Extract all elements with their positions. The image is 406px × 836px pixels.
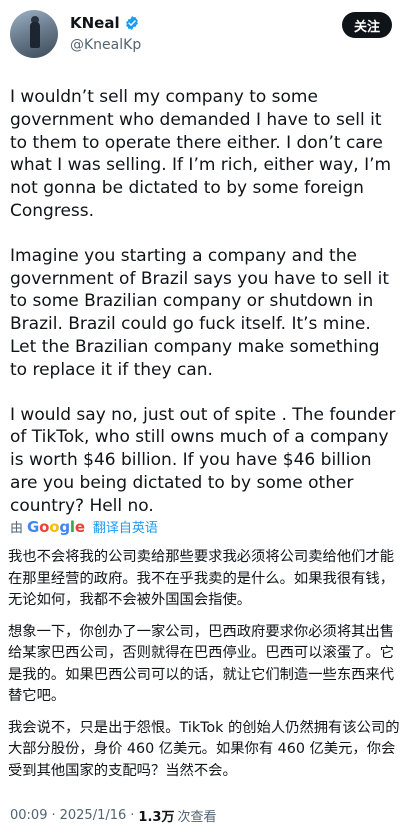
- tweet-text: I wouldn’t sell my company to some gover…: [10, 86, 400, 540]
- views-label: 次查看: [177, 810, 217, 825]
- translated-from-link[interactable]: 翻译自英语: [93, 517, 158, 536]
- translated-paragraph: 我也不会将我的公司卖给那些要求我必须将公司卖给他们才能在那里经营的政府。我不在乎…: [8, 549, 395, 608]
- tweet-date[interactable]: 2025/1/16: [60, 808, 127, 823]
- tweet-paragraph: Imagine you starting a company and the g…: [10, 245, 390, 380]
- translation-attribution: 由 Google 翻译自英语: [10, 517, 158, 537]
- author-name[interactable]: KNeal: [70, 14, 120, 32]
- translated-by-label: 由: [10, 521, 24, 536]
- translated-paragraph: 想象一下，你创办了一家公司，巴西政府要求你必须将其出售给某家巴西公司，否则就得在…: [8, 623, 395, 705]
- translated-text: 我也不会将我的公司卖给那些要求我必须将公司卖给他们才能在那里经营的政府。我不在乎…: [8, 547, 400, 792]
- tweet-paragraph: I wouldn’t sell my company to some gover…: [10, 87, 392, 221]
- follow-button[interactable]: 关注: [341, 12, 392, 38]
- google-logo: Google: [27, 517, 85, 536]
- translated-paragraph: 我会说不，只是出于怨恨。TikTok 的创始人仍然拥有该公司的大部分股份，身价 …: [8, 719, 400, 779]
- tweet-meta: 00:09 · 2025/1/16 · 1.3万 次查看: [10, 806, 216, 825]
- meta-separator: ·: [51, 808, 56, 823]
- author-handle[interactable]: @KnealKp: [70, 37, 141, 53]
- verified-badge-icon: [125, 16, 138, 30]
- tweet-paragraph: I would say no, just out of spite . The …: [10, 404, 396, 516]
- tweet-time[interactable]: 00:09: [10, 808, 47, 823]
- tweet-header: KNeal @KnealKp 关注: [10, 10, 400, 62]
- author-name-row: KNeal: [70, 14, 140, 32]
- avatar[interactable]: [10, 10, 58, 58]
- meta-separator: ·: [130, 808, 135, 823]
- views-count: 1.3万: [138, 810, 175, 825]
